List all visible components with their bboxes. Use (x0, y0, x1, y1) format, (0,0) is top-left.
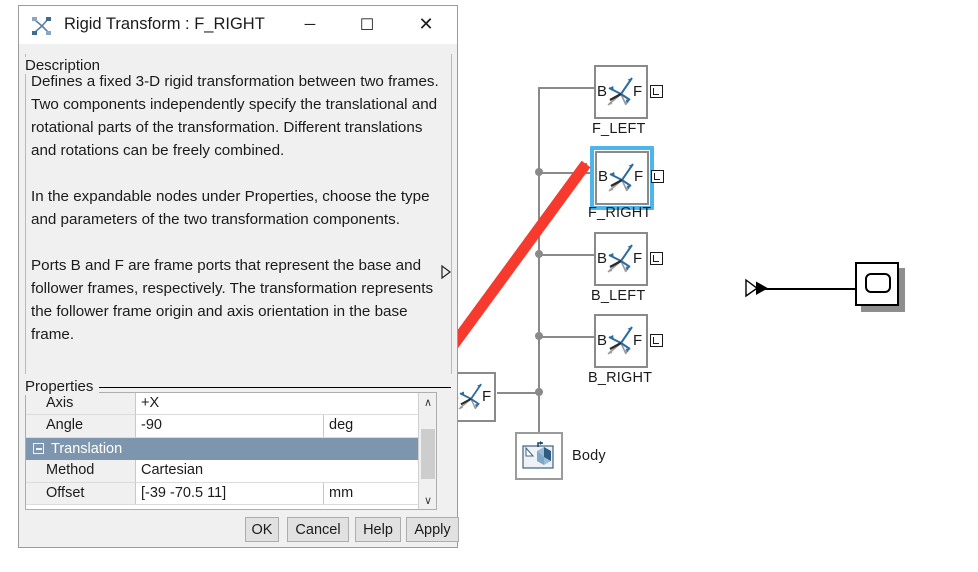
dialog-body: Description Defines a fixed 3-D rigid tr… (19, 44, 459, 547)
wire-to-b-left[interactable] (538, 254, 594, 256)
wire-to-b-right[interactable] (538, 336, 594, 338)
block-port-b-label: B (597, 250, 608, 267)
block-scope[interactable] (855, 262, 899, 306)
block-label-b-left: B_LEFT (591, 288, 646, 304)
block-label-b-right: B_RIGHT (588, 370, 653, 386)
dialog-title: Rigid Transform : F_RIGHT (64, 15, 265, 33)
scroll-down-button[interactable]: ∨ (419, 491, 436, 509)
property-row-axis[interactable]: Axis +X (26, 393, 436, 416)
block-body[interactable] (515, 432, 563, 480)
block-port-f-label: F (633, 83, 643, 100)
frame-port-icon[interactable] (651, 170, 664, 183)
close-button[interactable]: ✕ (403, 6, 449, 43)
frame-port-icon[interactable] (650, 334, 663, 347)
property-value-angle[interactable]: -90 (136, 415, 324, 438)
property-name-translation: Translation (51, 440, 123, 457)
block-label-f-right: F_RIGHT (588, 205, 652, 221)
block-port-b-label: B (597, 83, 608, 100)
property-value-method[interactable]: Cartesian (136, 460, 436, 483)
property-row-offset[interactable]: Offset [-39 -70.5 11] mm (26, 482, 436, 505)
property-name-offset: Offset (26, 482, 136, 505)
signal-line-to-scope[interactable] (757, 288, 871, 290)
apply-button[interactable]: Apply (406, 517, 459, 542)
frame-port-icon[interactable] (650, 252, 663, 265)
block-label-f-left: F_LEFT (592, 121, 646, 137)
property-name-axis: Axis (26, 393, 136, 416)
property-row-method[interactable]: Method Cartesian (26, 460, 436, 483)
collapse-expander-icon[interactable] (33, 443, 44, 455)
wire-to-f-right[interactable] (538, 172, 594, 174)
properties-group-label: Properties (25, 378, 100, 395)
panel-expander-button[interactable] (440, 264, 452, 280)
solid-body-icon (522, 441, 554, 469)
triangle-right-icon (441, 264, 452, 280)
block-port-f-label: F (633, 250, 643, 267)
description-group-label: Description (25, 57, 107, 74)
property-name-angle: Angle (26, 415, 136, 438)
wire-junction (535, 332, 543, 340)
block-port-b-label: B (598, 168, 609, 185)
description-text: Defines a fixed 3-D rigid transformation… (31, 73, 439, 343)
block-port-f-label: F (633, 332, 643, 349)
wire-junction (535, 388, 543, 396)
property-value-axis[interactable]: +X (136, 393, 436, 416)
ok-button[interactable]: OK (245, 517, 279, 542)
block-port-f-label: F (482, 388, 492, 405)
properties-table[interactable]: Axis +X Angle -90 deg Translation Method… (25, 392, 437, 510)
property-name-method: Method (26, 460, 136, 483)
block-port-b-label: B (597, 332, 608, 349)
cancel-button[interactable]: Cancel (287, 517, 349, 542)
frame-port-icon[interactable] (650, 85, 663, 98)
signal-source-arrow-icon (745, 278, 768, 298)
scroll-up-button[interactable]: ∧ (419, 393, 436, 411)
block-port-f-label: F (634, 168, 644, 185)
rigid-transform-dialog[interactable]: Rigid Transform : F_RIGHT ─ ☐ ✕ Descript… (18, 5, 459, 548)
minimize-button[interactable]: ─ (287, 6, 333, 43)
wire-to-f-left[interactable] (538, 87, 594, 89)
wire-junction (535, 250, 543, 258)
property-row-translation[interactable]: Translation (26, 437, 436, 461)
dialog-titlebar[interactable]: Rigid Transform : F_RIGHT ─ ☐ ✕ (19, 6, 457, 44)
block-label-body: Body (572, 448, 606, 464)
help-button[interactable]: Help (355, 517, 401, 542)
property-value-offset[interactable]: [-39 -70.5 11] (136, 482, 324, 505)
properties-scrollbar[interactable]: ∧ ∨ (418, 393, 436, 509)
maximize-button[interactable]: ☐ (344, 6, 390, 43)
property-row-angle[interactable]: Angle -90 deg (26, 415, 436, 438)
wire-junction (535, 168, 543, 176)
description-panel: Defines a fixed 3-D rigid transformation… (25, 54, 452, 374)
rigid-transform-icon (32, 17, 51, 35)
scrollbar-thumb[interactable] (421, 429, 435, 479)
scope-screen-icon (865, 273, 891, 293)
wire-bus-to-body[interactable] (538, 392, 540, 432)
